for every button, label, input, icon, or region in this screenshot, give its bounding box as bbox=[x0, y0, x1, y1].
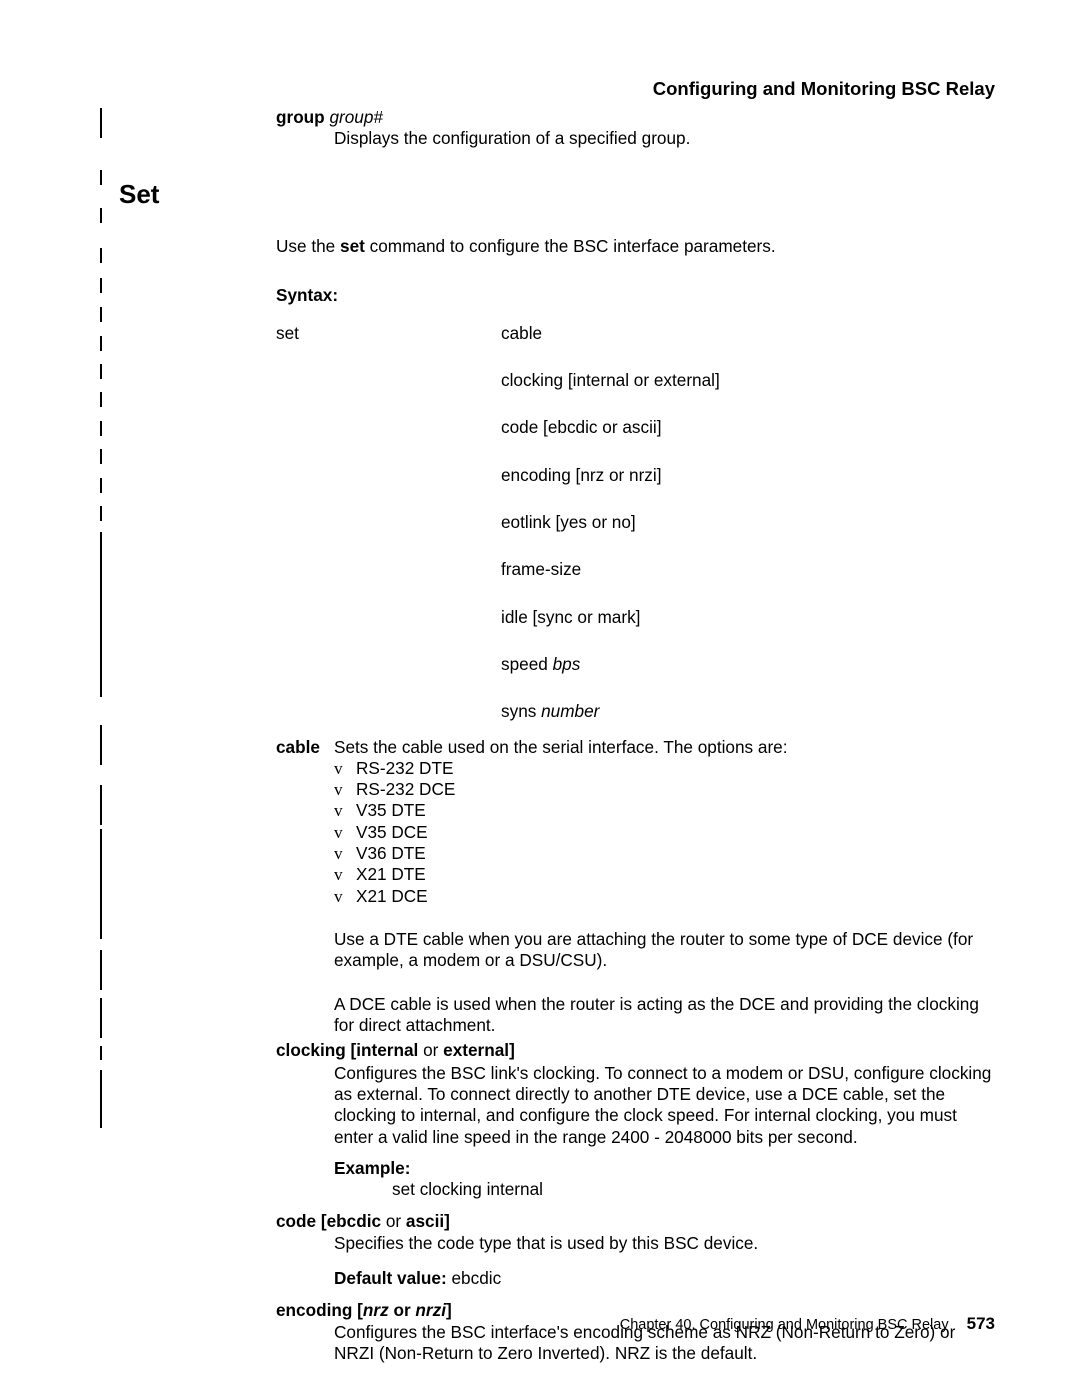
syntax-opt-encoding: encoding [nrz or nrzi] bbox=[501, 465, 995, 486]
syntax-opt-clocking: clocking [internal or external] bbox=[501, 370, 995, 391]
list-item: V35 DTE bbox=[334, 800, 995, 821]
syntax-opt-syns: syns number bbox=[501, 701, 995, 722]
footer-chapter: Chapter 40. Configuring and Monitoring B… bbox=[620, 1317, 949, 1333]
running-header: Configuring and Monitoring BSC Relay bbox=[653, 78, 995, 101]
set-intro-pre: Use the bbox=[276, 236, 340, 256]
syntax-opt-eotlink: eotlink [yes or no] bbox=[501, 512, 995, 533]
list-item: X21 DCE bbox=[334, 886, 995, 907]
code-desc: Specifies the code type that is used by … bbox=[334, 1233, 995, 1254]
list-item: X21 DTE bbox=[334, 864, 995, 885]
code-default: Default value: ebcdic bbox=[334, 1268, 995, 1289]
def-group: Displays the configuration of a specifie… bbox=[334, 128, 995, 149]
set-intro-post: command to configure the BSC interface p… bbox=[365, 236, 776, 256]
term-group-arg: group# bbox=[329, 107, 383, 127]
cable-p1: Use a DTE cable when you are attaching t… bbox=[334, 929, 995, 972]
def-group-text: Displays the configuration of a specifie… bbox=[334, 128, 690, 148]
example-text: set clocking internal bbox=[392, 1179, 995, 1200]
cable-lead: Sets the cable used on the serial interf… bbox=[334, 737, 995, 758]
list-item: V36 DTE bbox=[334, 843, 995, 864]
body-column: group group# Displays the configuration … bbox=[119, 107, 995, 1365]
syntax-label: Syntax: bbox=[276, 285, 995, 306]
syntax-opt-speed: speed bps bbox=[501, 654, 995, 675]
running-title: Configuring and Monitoring BSC Relay bbox=[653, 78, 995, 99]
clocking-example: Example: set clocking internal bbox=[334, 1158, 995, 1201]
list-item: RS-232 DCE bbox=[334, 779, 995, 800]
cable-list: RS-232 DTE RS-232 DCE V35 DTE V35 DCE V3… bbox=[334, 758, 995, 907]
cable-term: cable bbox=[276, 737, 334, 1037]
syntax-opt-idle: idle [sync or mark] bbox=[501, 607, 995, 628]
section-title-set: Set bbox=[119, 178, 995, 210]
set-intro-cmd: set bbox=[340, 236, 365, 256]
page-footer: Chapter 40. Configuring and Monitoring B… bbox=[620, 1313, 995, 1335]
set-intro: Use the set command to configure the BSC… bbox=[276, 236, 995, 257]
clocking-term: clocking [internal or external] bbox=[276, 1040, 995, 1061]
example-label: Example: bbox=[334, 1158, 995, 1179]
cable-body: Sets the cable used on the serial interf… bbox=[334, 737, 995, 1037]
list-item: RS-232 DTE bbox=[334, 758, 995, 779]
cable-p2: A DCE cable is used when the router is a… bbox=[334, 994, 995, 1037]
syntax-opt-code: code [ebcdic or ascii] bbox=[501, 417, 995, 438]
term-group-label: group bbox=[276, 107, 325, 127]
clocking-desc: Configures the BSC link's clocking. To c… bbox=[334, 1063, 995, 1148]
syntax-cmd: set bbox=[276, 323, 501, 344]
page: Configuring and Monitoring BSC Relay gro… bbox=[0, 0, 1080, 1397]
syntax-opt-cable: cable bbox=[501, 323, 995, 344]
changebar-column bbox=[100, 108, 108, 1277]
list-item: V35 DCE bbox=[334, 822, 995, 843]
term-group: group group# bbox=[276, 107, 995, 128]
syntax-opt-framesize: frame-size bbox=[501, 559, 995, 580]
footer-page-number: 573 bbox=[967, 1314, 995, 1333]
code-term: code [ebcdic or ascii] bbox=[276, 1211, 995, 1232]
